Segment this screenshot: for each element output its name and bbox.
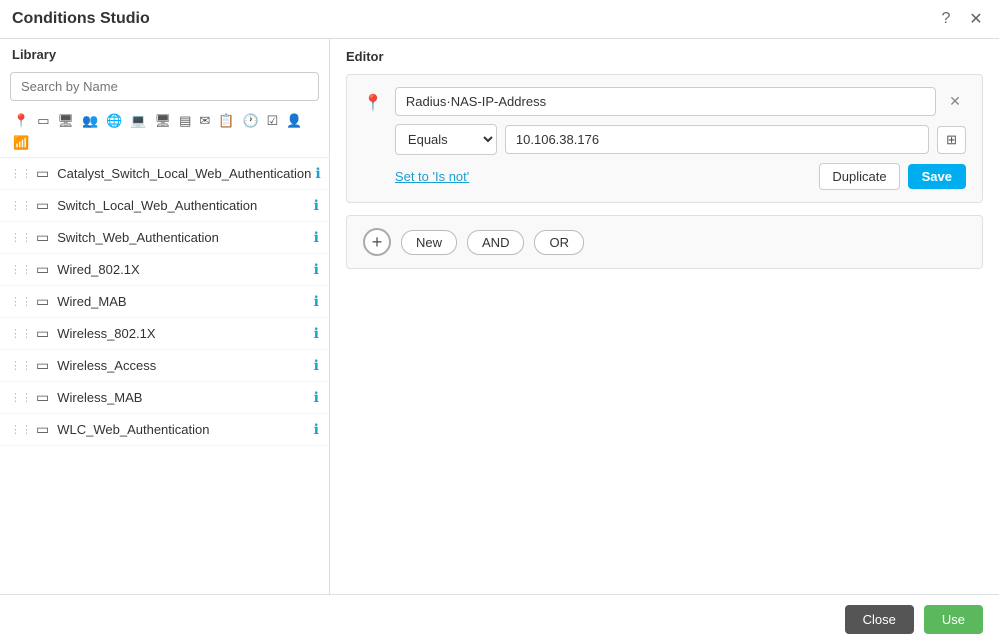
library-header: Library — [0, 39, 329, 66]
condition-grid-button[interactable]: ⊞ — [937, 126, 966, 154]
pin-icon: 📍 — [363, 93, 383, 113]
info-icon[interactable]: ℹ — [314, 389, 319, 406]
filter-monitor-icon[interactable]: 🖥 — [54, 111, 77, 131]
item-icon: ▭ — [36, 357, 49, 374]
filter-clock-icon[interactable]: 🕐 — [239, 111, 261, 131]
list-item[interactable]: ⋮⋮ ▭ Wireless_MAB ℹ — [0, 382, 329, 414]
help-icon[interactable]: ? — [935, 8, 957, 30]
condition-value-input[interactable] — [505, 125, 929, 154]
item-label: WLC_Web_Authentication — [57, 422, 309, 437]
condition-remove-button[interactable]: ✕ — [944, 91, 966, 113]
drag-handle: ⋮⋮ — [10, 199, 32, 212]
item-label: Wireless_802.1X — [57, 326, 309, 341]
info-icon[interactable]: ℹ — [315, 165, 320, 182]
library-list: ⋮⋮ ▭ Catalyst_Switch_Local_Web_Authentic… — [0, 158, 329, 594]
and-button[interactable]: AND — [467, 230, 524, 255]
app-title: Conditions Studio — [12, 10, 150, 28]
condition-name-row: ✕ — [395, 87, 966, 116]
filter-check-icon[interactable]: ☑ — [264, 111, 282, 131]
info-icon[interactable]: ℹ — [314, 325, 319, 342]
list-item[interactable]: ⋮⋮ ▭ Switch_Web_Authentication ℹ — [0, 222, 329, 254]
or-button[interactable]: OR — [534, 230, 584, 255]
drag-handle: ⋮⋮ — [10, 167, 32, 180]
duplicate-button[interactable]: Duplicate — [819, 163, 899, 190]
close-button[interactable]: Close — [845, 605, 914, 634]
drag-handle: ⋮⋮ — [10, 391, 32, 404]
filter-doc-icon[interactable]: 📋 — [215, 111, 237, 131]
filter-list-icon[interactable]: ▤ — [176, 111, 194, 131]
close-icon[interactable]: ✕ — [965, 8, 987, 30]
filter-web-icon[interactable]: 🌐 — [103, 111, 125, 131]
is-not-button[interactable]: Set to 'Is not' — [395, 169, 469, 184]
filter-mail-icon[interactable]: ✉ — [196, 111, 213, 131]
item-icon: ▭ — [36, 389, 49, 406]
icon-toolbar: 📍 ▭ 🖥 👥 🌐 💻 🖥 ▤ ✉ 📋 🕐 ☑ 👤 📶 — [0, 107, 329, 158]
item-label: Wireless_Access — [57, 358, 309, 373]
item-label: Switch_Local_Web_Authentication — [57, 198, 309, 213]
list-item[interactable]: ⋮⋮ ▭ Wireless_802.1X ℹ — [0, 318, 329, 350]
item-icon: ▭ — [36, 421, 49, 438]
editor-panel: Editor 📍 ✕ Equals Not Equals Con — [330, 39, 999, 594]
item-label: Wired_802.1X — [57, 262, 309, 277]
item-icon: ▭ — [36, 229, 49, 246]
condition-actions-row: Set to 'Is not' Duplicate Save — [395, 163, 966, 190]
item-icon: ▭ — [36, 293, 49, 310]
footer: Close Use — [0, 594, 999, 644]
condition-value-row: Equals Not Equals Contains Starts With E… — [395, 124, 966, 155]
info-icon[interactable]: ℹ — [314, 421, 319, 438]
drag-handle: ⋮⋮ — [10, 231, 32, 244]
info-icon[interactable]: ℹ — [314, 293, 319, 310]
filter-pc-icon[interactable]: 💻 — [127, 111, 149, 131]
use-button[interactable]: Use — [924, 605, 983, 634]
item-label: Catalyst_Switch_Local_Web_Authentication — [57, 166, 311, 181]
item-icon: ▭ — [36, 325, 49, 342]
filter-group-icon[interactable]: 👥 — [79, 111, 101, 131]
filter-user-icon[interactable]: 👤 — [283, 111, 305, 131]
list-item[interactable]: ⋮⋮ ▭ WLC_Web_Authentication ℹ — [0, 414, 329, 446]
editor-header: Editor — [346, 49, 983, 64]
list-item[interactable]: ⋮⋮ ▭ Wireless_Access ℹ — [0, 350, 329, 382]
info-icon[interactable]: ℹ — [314, 229, 319, 246]
new-button[interactable]: New — [401, 230, 457, 255]
condition-fields: ✕ Equals Not Equals Contains Starts With… — [395, 87, 966, 190]
filter-device-icon[interactable]: ▭ — [34, 111, 52, 131]
list-item[interactable]: ⋮⋮ ▭ Wired_802.1X ℹ — [0, 254, 329, 286]
filter-location-icon[interactable]: 📍 — [10, 111, 32, 131]
item-icon: ▭ — [36, 261, 49, 278]
item-label: Switch_Web_Authentication — [57, 230, 309, 245]
list-item[interactable]: ⋮⋮ ▭ Catalyst_Switch_Local_Web_Authentic… — [0, 158, 329, 190]
condition-block: 📍 ✕ Equals Not Equals Contains Starts Wi… — [346, 74, 983, 203]
add-plus-button[interactable]: + — [363, 228, 391, 256]
list-item[interactable]: ⋮⋮ ▭ Wired_MAB ℹ — [0, 286, 329, 318]
add-block: + New AND OR — [346, 215, 983, 269]
info-icon[interactable]: ℹ — [314, 197, 319, 214]
drag-handle: ⋮⋮ — [10, 423, 32, 436]
condition-operator-select[interactable]: Equals Not Equals Contains Starts With E… — [395, 124, 497, 155]
item-label: Wired_MAB — [57, 294, 309, 309]
drag-handle: ⋮⋮ — [10, 359, 32, 372]
item-label: Wireless_MAB — [57, 390, 309, 405]
info-icon[interactable]: ℹ — [314, 261, 319, 278]
drag-handle: ⋮⋮ — [10, 263, 32, 276]
item-icon: ▭ — [36, 165, 49, 182]
info-icon[interactable]: ℹ — [314, 357, 319, 374]
drag-handle: ⋮⋮ — [10, 295, 32, 308]
filter-server-icon[interactable]: 🖥 — [152, 111, 175, 131]
drag-handle: ⋮⋮ — [10, 327, 32, 340]
save-button[interactable]: Save — [908, 164, 966, 189]
condition-name-input[interactable] — [395, 87, 936, 116]
item-icon: ▭ — [36, 197, 49, 214]
list-item[interactable]: ⋮⋮ ▭ Switch_Local_Web_Authentication ℹ — [0, 190, 329, 222]
search-input[interactable] — [10, 72, 319, 101]
filter-wifi-icon[interactable]: 📶 — [10, 133, 32, 153]
